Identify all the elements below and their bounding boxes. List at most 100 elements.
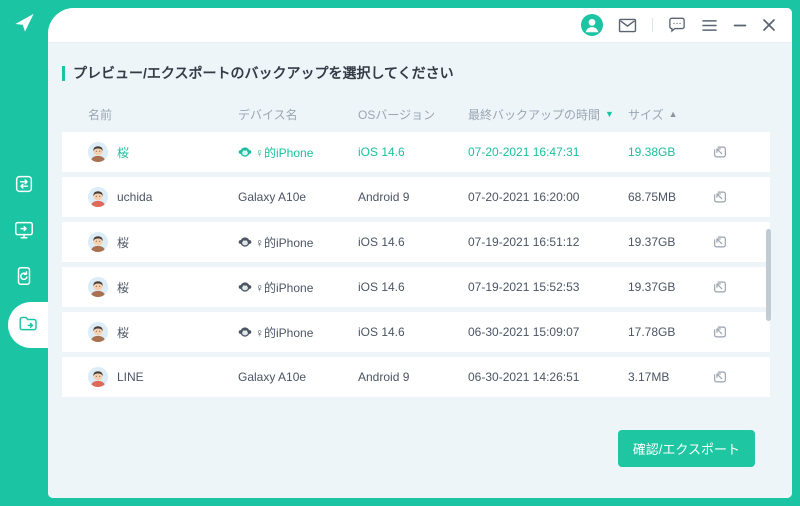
user-avatar-icon	[88, 277, 108, 297]
preview-backup-icon[interactable]	[712, 279, 728, 295]
page-heading: プレビュー/エクスポートのバックアップを選択してください	[62, 63, 770, 83]
monkey-emoji-icon	[238, 235, 252, 249]
name-cell: 桜	[88, 322, 238, 342]
last-backup-time: 06-30-2021 14:26:51	[468, 370, 628, 384]
device-name: ♀的iPhone	[255, 144, 313, 161]
column-header-label: デバイス名	[238, 106, 298, 123]
action-cell	[712, 369, 770, 385]
feedback-chat-button[interactable]	[668, 17, 686, 33]
backup-row[interactable]: LINE Galaxy A10e Android 9 06-30-2021 14…	[62, 357, 770, 397]
sidebar-item-export-backup[interactable]	[8, 302, 48, 348]
mail-button[interactable]	[618, 18, 637, 33]
page-title: プレビュー/エクスポートのバックアップを選択してください	[73, 63, 454, 83]
device-cell: ♀的iPhone	[238, 234, 358, 251]
mail-icon	[618, 18, 637, 33]
sidebar	[0, 0, 48, 506]
user-avatar-icon	[88, 367, 108, 387]
sidebar-item-backup-restore[interactable]	[0, 258, 48, 298]
backup-name: LINE	[117, 370, 144, 384]
main-window: プレビュー/エクスポートのバックアップを選択してください 名前 デバイス名 OS…	[48, 8, 792, 498]
column-header: 名前	[88, 106, 238, 123]
backup-size: 19.38GB	[628, 145, 712, 159]
action-cell	[712, 189, 770, 205]
column-header: OSバージョン	[358, 106, 468, 123]
last-backup-time: 06-30-2021 15:09:07	[468, 325, 628, 339]
confirm-export-button[interactable]: 確認/エクスポート	[618, 430, 755, 467]
monkey-emoji-icon	[238, 280, 252, 294]
device-name: ♀的iPhone	[255, 279, 313, 296]
device-name: Galaxy A10e	[238, 370, 306, 384]
name-cell: LINE	[88, 367, 238, 387]
close-icon	[762, 18, 776, 32]
hamburger-menu-icon	[701, 19, 718, 32]
monkey-emoji-icon	[238, 325, 252, 339]
device-name: Galaxy A10e	[238, 190, 306, 204]
table-header-row: 名前 デバイス名 OSバージョン 最終バックアップの時間 ▼ サイズ ▲	[62, 96, 770, 132]
preview-backup-icon[interactable]	[712, 144, 728, 160]
action-cell	[712, 144, 770, 160]
titlebar	[48, 8, 792, 43]
backup-name: 桜	[117, 144, 129, 161]
last-backup-time: 07-19-2021 15:52:53	[468, 280, 628, 294]
user-avatar-button[interactable]	[581, 14, 603, 36]
column-header[interactable]: 最終バックアップの時間 ▼	[468, 106, 628, 123]
preview-backup-icon[interactable]	[712, 189, 728, 205]
column-header-label: OSバージョン	[358, 106, 435, 123]
monkey-emoji-icon	[238, 145, 252, 159]
backup-table: 名前 デバイス名 OSバージョン 最終バックアップの時間 ▼ サイズ ▲	[62, 96, 770, 397]
last-backup-time: 07-19-2021 16:51:12	[468, 235, 628, 249]
os-version: Android 9	[358, 190, 468, 204]
backup-size: 68.75MB	[628, 190, 712, 204]
backup-size: 19.37GB	[628, 280, 712, 294]
phone-transfer-icon	[13, 173, 35, 200]
pc-transfer-icon	[13, 219, 35, 246]
user-avatar-icon	[88, 232, 108, 252]
os-version: iOS 14.6	[358, 145, 468, 159]
close-button[interactable]	[762, 18, 776, 32]
vertical-scrollbar-thumb[interactable]	[766, 229, 771, 321]
backup-size: 19.37GB	[628, 235, 712, 249]
column-header-label: サイズ	[628, 106, 664, 123]
action-cell	[712, 279, 770, 295]
device-name: ♀的iPhone	[255, 324, 313, 341]
titlebar-divider	[652, 18, 653, 32]
phone-backup-icon	[13, 265, 35, 292]
name-cell: uchida	[88, 187, 238, 207]
device-cell: Galaxy A10e	[238, 190, 358, 204]
column-header-label: 最終バックアップの時間	[468, 106, 600, 123]
name-cell: 桜	[88, 277, 238, 297]
backup-row[interactable]: 桜 ♀的iPhone iOS 14.6 06-30-2021 15:09:07 …	[62, 312, 770, 352]
user-avatar-icon	[88, 187, 108, 207]
column-header-label: 名前	[88, 106, 112, 123]
column-header[interactable]: サイズ ▲	[628, 106, 712, 123]
backup-name: uchida	[117, 190, 152, 204]
column-header: デバイス名	[238, 106, 358, 123]
name-cell: 桜	[88, 232, 238, 252]
last-backup-time: 07-20-2021 16:20:00	[468, 190, 628, 204]
preview-backup-icon[interactable]	[712, 369, 728, 385]
device-cell: Galaxy A10e	[238, 370, 358, 384]
device-cell: ♀的iPhone	[238, 144, 358, 161]
backup-size: 17.78GB	[628, 325, 712, 339]
sidebar-item-pc-transfer[interactable]	[0, 212, 48, 252]
device-cell: ♀的iPhone	[238, 324, 358, 341]
preview-backup-icon[interactable]	[712, 324, 728, 340]
sort-arrow-icon: ▲	[669, 110, 678, 119]
backup-row[interactable]: 桜 ♀的iPhone iOS 14.6 07-19-2021 15:52:53 …	[62, 267, 770, 307]
minimize-button[interactable]	[733, 18, 747, 32]
os-version: Android 9	[358, 370, 468, 384]
last-backup-time: 07-20-2021 16:47:31	[468, 145, 628, 159]
backup-row[interactable]: 桜 ♀的iPhone iOS 14.6 07-19-2021 16:51:12 …	[62, 222, 770, 262]
menu-button[interactable]	[701, 19, 718, 32]
preview-backup-icon[interactable]	[712, 234, 728, 250]
table-body: 桜 ♀的iPhone iOS 14.6 07-20-2021 16:47:31 …	[62, 132, 770, 397]
os-version: iOS 14.6	[358, 325, 468, 339]
backup-row[interactable]: uchida Galaxy A10e Android 9 07-20-2021 …	[62, 177, 770, 217]
app-logo-icon	[13, 11, 36, 34]
backup-row[interactable]: 桜 ♀的iPhone iOS 14.6 07-20-2021 16:47:31 …	[62, 132, 770, 172]
backup-name: 桜	[117, 279, 129, 296]
backup-name: 桜	[117, 234, 129, 251]
chat-bubble-icon	[668, 17, 686, 33]
os-version: iOS 14.6	[358, 280, 468, 294]
sidebar-item-phone-transfer[interactable]	[0, 166, 48, 206]
